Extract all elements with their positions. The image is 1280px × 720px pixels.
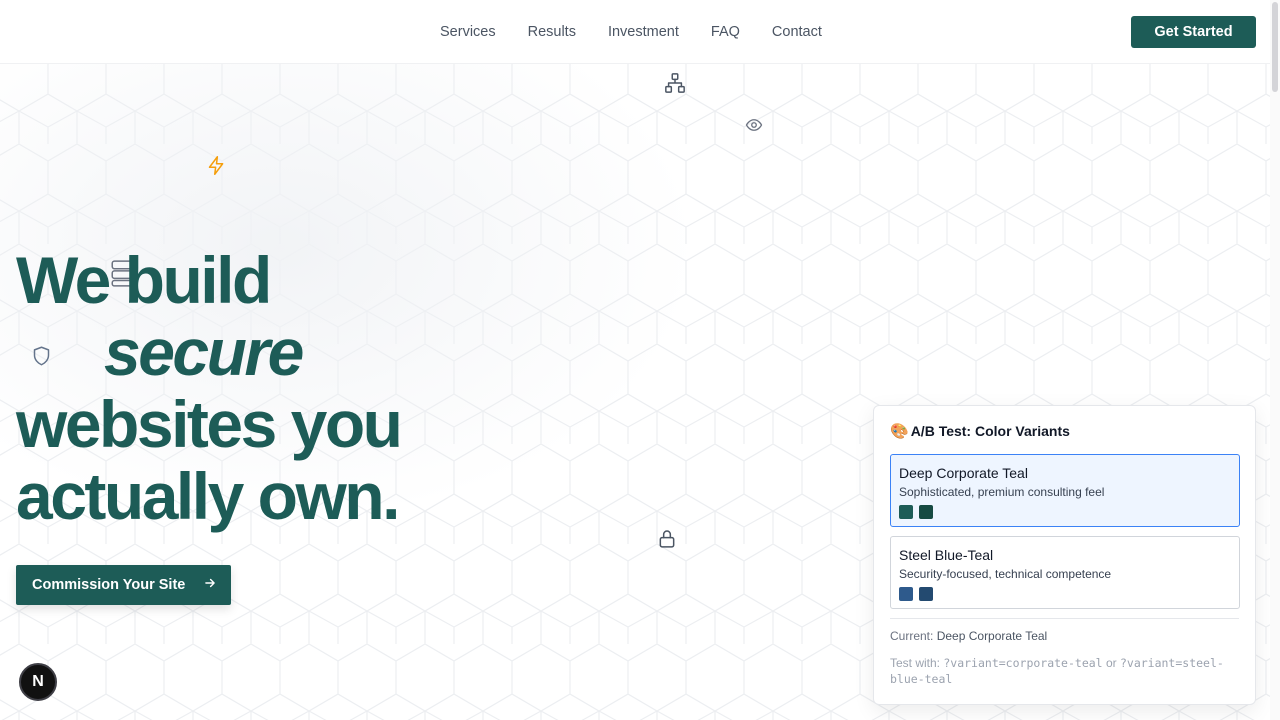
nav-faq[interactable]: FAQ bbox=[711, 24, 740, 40]
test-with-instructions: Test with: ?variant=corporate-teal or ?v… bbox=[890, 655, 1239, 687]
main-nav: Services Results Investment FAQ Contact bbox=[440, 0, 822, 64]
hero-line-1: We build bbox=[16, 243, 272, 317]
variant-description: Sophisticated, premium consulting feel bbox=[899, 485, 1105, 499]
nextjs-dev-badge[interactable]: N bbox=[19, 663, 57, 701]
hero-line-2: secure bbox=[104, 315, 304, 389]
variant-swatches bbox=[899, 587, 1231, 601]
variant-description: Security-focused, technical competence bbox=[899, 567, 1112, 581]
commission-site-label: Commission Your Site bbox=[32, 577, 186, 593]
site-header: Services Results Investment FAQ Contact … bbox=[0, 0, 1270, 64]
nav-contact[interactable]: Contact bbox=[772, 24, 822, 40]
panel-divider bbox=[890, 618, 1239, 619]
current-label: Current: bbox=[890, 629, 934, 643]
test-with-label: Test with: bbox=[890, 656, 941, 670]
eye-icon bbox=[745, 116, 763, 134]
variant-option-corporate-teal[interactable]: Deep Corporate Teal Sophisticated, premi… bbox=[890, 454, 1240, 527]
variant-name: Steel Blue-Teal bbox=[899, 547, 994, 563]
ab-test-panel: 🎨 A/B Test: Color Variants Deep Corporat… bbox=[873, 405, 1256, 705]
page-scrollbar[interactable] bbox=[1270, 0, 1280, 720]
hero-headline: We build secure websites you actually ow… bbox=[16, 243, 403, 533]
test-with-or: or bbox=[1105, 656, 1117, 670]
nav-investment[interactable]: Investment bbox=[608, 24, 679, 40]
hero-line-4: actually own. bbox=[16, 459, 400, 533]
color-swatch bbox=[899, 587, 913, 601]
arrow-right-icon bbox=[203, 576, 217, 594]
variant-swatches bbox=[899, 505, 1231, 519]
color-swatch bbox=[919, 505, 933, 519]
zap-icon bbox=[206, 155, 227, 176]
test-param-corporate-teal: ?variant=corporate-teal bbox=[943, 656, 1103, 670]
variant-option-steel-blue-teal[interactable]: Steel Blue-Teal Security-focused, techni… bbox=[890, 536, 1240, 609]
network-icon bbox=[664, 72, 686, 94]
color-swatch bbox=[899, 505, 913, 519]
ab-test-title: 🎨 A/B Test: Color Variants bbox=[890, 422, 1239, 440]
lock-icon bbox=[657, 528, 677, 549]
nav-results[interactable]: Results bbox=[528, 24, 576, 40]
variant-name: Deep Corporate Teal bbox=[899, 465, 1028, 481]
current-variant: Current: Deep Corporate Teal bbox=[890, 629, 1239, 643]
hero-line-3: websites you bbox=[16, 387, 403, 461]
badge-label: N bbox=[32, 673, 44, 690]
scrollbar-thumb[interactable] bbox=[1272, 2, 1278, 92]
current-value: Deep Corporate Teal bbox=[936, 629, 1048, 643]
color-swatch bbox=[919, 587, 933, 601]
commission-site-button[interactable]: Commission Your Site bbox=[16, 565, 231, 605]
nav-services[interactable]: Services bbox=[440, 24, 496, 40]
palette-icon: 🎨 bbox=[890, 423, 909, 440]
ab-test-title-text: A/B Test: Color Variants bbox=[910, 423, 1070, 439]
get-started-button[interactable]: Get Started bbox=[1131, 16, 1256, 48]
